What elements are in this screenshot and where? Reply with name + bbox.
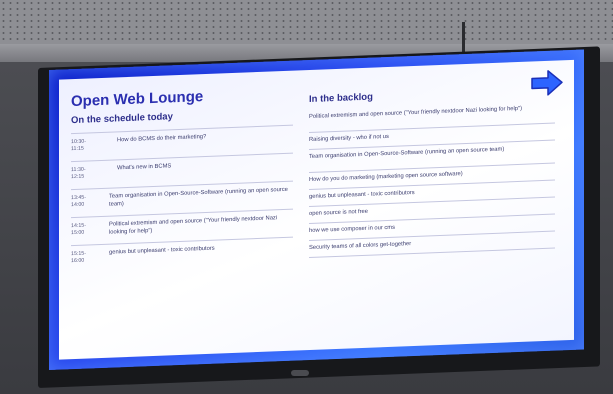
schedule-time: 14:15- 15:00 [71, 222, 87, 237]
schedule-heading: On the schedule today [71, 111, 173, 127]
schedule-time: 11:30- 12:15 [71, 166, 86, 181]
schedule-list: 10:30- 11:15 How do BCMS do their market… [71, 124, 293, 274]
schedule-talk: What's new in BCMS [117, 163, 172, 172]
tv-logo [291, 370, 309, 376]
backlog-list: Political extremism and open source ("Yo… [309, 100, 555, 259]
schedule-talk: genius but unpleasant - toxic contributo… [109, 245, 215, 256]
schedule-panel: Open Web Lounge On the schedule today In… [59, 59, 574, 360]
display-screen: Open Web Lounge On the schedule today In… [49, 49, 584, 370]
arrow-right-icon [531, 70, 563, 96]
schedule-time: 13:45- 14:00 [71, 194, 87, 209]
schedule-time: 15:15- 16:00 [71, 250, 87, 265]
schedule-time: 10:30- 11:15 [71, 138, 87, 153]
room-title: Open Web Lounge [71, 88, 204, 111]
backlog-heading: In the backlog [309, 91, 373, 106]
schedule-talk: How do BCMS do their marketing? [117, 133, 207, 144]
schedule-talk: Political extremism and open source ("Yo… [109, 215, 278, 236]
schedule-talk: Team organisation in Open-Source-Softwar… [109, 186, 288, 208]
